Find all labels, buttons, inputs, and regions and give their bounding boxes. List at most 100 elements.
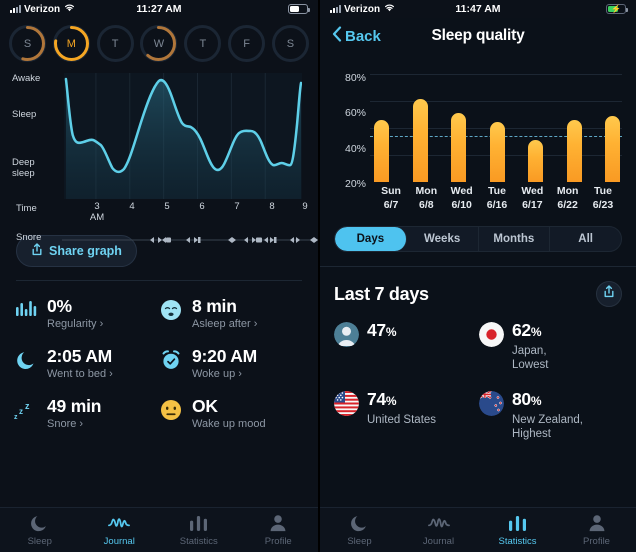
hypnogram-section: Awake Sleep Deep sleep Time 3 AM 4 5 6 7…: [0, 71, 318, 243]
flag-japan-icon: [479, 322, 504, 347]
week-day-strip: S M T W T F S: [0, 18, 318, 71]
day-label: W: [153, 37, 165, 50]
tab-sleep[interactable]: Sleep: [0, 508, 80, 552]
bar-series: [374, 60, 620, 182]
bar-wed-6-10: [451, 112, 466, 182]
wifi-icon: [384, 3, 395, 15]
hypnogram-x-axis: Time 3 AM 4 5 6 7 8 9: [16, 201, 308, 229]
stat-woke-up[interactable]: 9:20 AM Woke up ›: [159, 347, 304, 380]
sleep-quality-bar-chart[interactable]: 80% 60% 40% 20% Sun 6/7 Mon 6/8 Wed 6/10 Tu…: [330, 60, 626, 220]
tab-label: Journal: [422, 535, 455, 547]
back-label: Back: [345, 27, 381, 45]
status-right-group: ⚡: [606, 4, 628, 14]
y-label-deep-sleep: Deep sleep: [12, 157, 35, 179]
y-tick-60: 60%: [344, 107, 366, 120]
day-circle-sun[interactable]: S: [9, 25, 46, 62]
bar-column[interactable]: [566, 60, 582, 182]
bar-column[interactable]: [489, 60, 505, 182]
right-phone-screen: Verizon 11:47 AM ⚡ Back Sleep quality 80…: [318, 0, 636, 552]
tab-statistics[interactable]: Statistics: [159, 508, 239, 552]
day-circle-mon[interactable]: M: [52, 25, 90, 62]
comparison-value: 62%: [512, 321, 548, 342]
x-label-1: Mon 6/8: [409, 184, 443, 220]
day-circle-fri[interactable]: F: [228, 25, 266, 62]
bottom-tab-bar-right: Sleep Journal Statistics Profile: [320, 507, 636, 552]
x-label-day: Tue: [488, 185, 506, 197]
x-label-0: Sun 6/7: [374, 184, 408, 220]
moon-icon: [14, 348, 38, 372]
battery-charging-icon: ⚡: [606, 4, 628, 14]
comparison-new-zealand[interactable]: 80% New Zealand, Highest: [479, 390, 624, 441]
comparison-you[interactable]: 47%: [334, 321, 479, 372]
bar-column[interactable]: [374, 60, 389, 182]
day-circle-wed[interactable]: W: [140, 25, 178, 62]
tab-sleep[interactable]: Sleep: [320, 508, 399, 552]
x-label-day: Mon: [556, 185, 579, 197]
bar-mon-6-8: [412, 99, 428, 182]
day-label: S: [286, 37, 295, 50]
bar-column[interactable]: [412, 60, 428, 182]
bar-column[interactable]: [605, 60, 620, 182]
share-button[interactable]: [596, 281, 622, 307]
x-label-day: Mon: [415, 185, 438, 197]
x-tick-5: 5: [164, 201, 170, 212]
comparison-number: 80: [512, 389, 531, 409]
tab-journal[interactable]: Journal: [80, 508, 160, 552]
tab-journal[interactable]: Journal: [399, 508, 478, 552]
day-circle-thu[interactable]: T: [184, 25, 222, 62]
carrier-label: Verizon: [344, 3, 381, 15]
hypnogram-chart[interactable]: Awake Sleep Deep sleep Time 3 AM 4 5 6 7…: [8, 73, 318, 243]
stat-regularity[interactable]: 0% Regularity ›: [14, 297, 159, 330]
bar-column[interactable]: [451, 60, 466, 182]
bar-column[interactable]: [528, 60, 543, 182]
stat-value: 0%: [47, 296, 72, 316]
tab-profile[interactable]: Profile: [239, 508, 319, 552]
stat-text: 9:20 AM Woke up ›: [192, 346, 258, 381]
segment-days[interactable]: Days: [335, 227, 407, 251]
x-label-day: Wed: [521, 185, 544, 197]
stat-value: OK: [192, 396, 218, 416]
x-label-day: Wed: [450, 185, 473, 197]
comparison-unit: %: [530, 394, 542, 408]
stat-snore[interactable]: zzz 49 min Snore ›: [14, 397, 159, 431]
stat-wake-up-mood[interactable]: OK Wake up mood: [159, 397, 304, 430]
tab-statistics[interactable]: Statistics: [478, 508, 557, 552]
segment-weeks[interactable]: Weeks: [407, 227, 479, 251]
x-label-day: Sun: [381, 185, 401, 197]
comparison-label: New Zealand, Highest: [512, 413, 583, 441]
hypnogram-svg: [64, 73, 303, 199]
person-icon: [269, 514, 287, 533]
snore-markers: [62, 237, 318, 243]
back-button[interactable]: Back: [332, 26, 381, 46]
comparison-text: 47%: [367, 321, 397, 344]
bottom-tab-bar-left: Sleep Journal Statistics Profile: [0, 507, 318, 552]
flag-usa-icon: [334, 391, 359, 416]
stat-asleep-after[interactable]: 8 min Asleep after ›: [159, 297, 304, 330]
comparison-japan[interactable]: 62% Japan, Lowest: [479, 321, 624, 372]
day-circle-tue[interactable]: T: [96, 25, 134, 62]
bars-icon: [14, 298, 38, 322]
day-circle-sat[interactable]: S: [271, 25, 309, 62]
stat-value: 9:20 AM: [192, 346, 258, 366]
cellular-signal-icon: [330, 5, 341, 13]
alarm-clock-icon: [159, 348, 183, 372]
x-tick-3am: 3 AM: [90, 201, 104, 223]
comparison-text: 80% New Zealand, Highest: [512, 390, 583, 441]
time-caption: Time: [16, 203, 37, 214]
stat-went-to-bed[interactable]: 2:05 AM Went to bed ›: [14, 347, 159, 380]
x-tick-8: 8: [269, 201, 275, 212]
x-label-date: 6/17: [522, 199, 543, 211]
navigation-bar: Back Sleep quality: [320, 18, 636, 54]
segment-all[interactable]: All: [550, 227, 621, 251]
comparison-label-line1: New Zealand,: [512, 414, 583, 426]
cellular-signal-icon: [10, 5, 21, 13]
comparison-text: 74% United States: [367, 390, 436, 427]
x-tick-7: 7: [234, 201, 240, 212]
segment-months[interactable]: Months: [479, 227, 551, 251]
x-label-date: 6/16: [486, 199, 508, 211]
comparison-united-states[interactable]: 74% United States: [334, 390, 479, 441]
neutral-face-icon: [159, 398, 183, 422]
status-left-group: Verizon: [330, 3, 395, 15]
snore-caption: Snore: [16, 232, 42, 243]
tab-profile[interactable]: Profile: [557, 508, 636, 552]
